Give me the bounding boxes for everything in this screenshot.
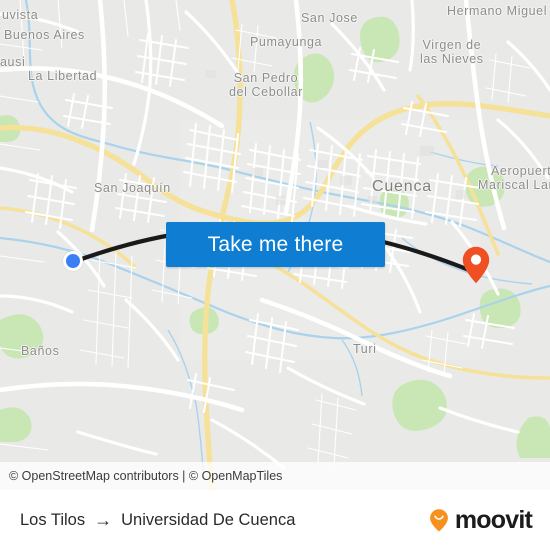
moovit-logo[interactable]: moovit: [426, 505, 533, 534]
trip-summary: Los Tilos → Universidad De Cuenca: [20, 511, 295, 530]
map-attribution-bar: © OpenStreetMap contributors | © OpenMap…: [0, 462, 550, 490]
arrow-right-icon: →: [94, 510, 113, 530]
destination-marker[interactable]: [462, 246, 490, 284]
bottom-bar: Los Tilos → Universidad De Cuenca moovit: [0, 490, 550, 550]
trip-destination: Universidad De Cuenca: [121, 510, 296, 529]
take-me-there-button[interactable]: Take me there: [166, 222, 385, 267]
moovit-pin-icon: [429, 509, 448, 532]
map-canvas[interactable]: .rd { stroke:#ffffff; fill:none; stroke-…: [0, 0, 550, 490]
attribution-text[interactable]: © OpenStreetMap contributors | © OpenMap…: [9, 469, 282, 483]
origin-marker[interactable]: [63, 251, 83, 271]
moovit-wordmark: moovit: [454, 505, 533, 534]
map-pin-icon: [462, 246, 490, 284]
trip-origin: Los Tilos: [20, 510, 86, 529]
map-share-screen: .rd { stroke:#ffffff; fill:none; stroke-…: [0, 0, 550, 550]
